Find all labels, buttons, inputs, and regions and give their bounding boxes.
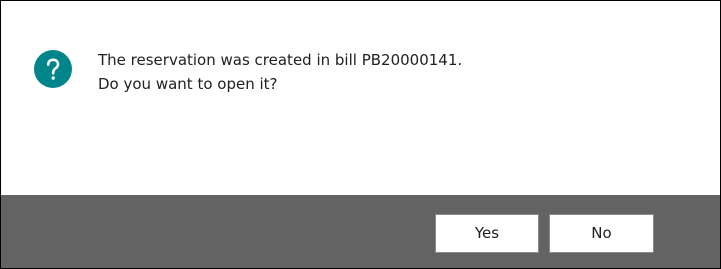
dialog-content: The reservation was created in bill PB20… bbox=[1, 1, 720, 195]
dialog-message: The reservation was created in bill PB20… bbox=[98, 48, 462, 96]
dialog-footer: Yes No bbox=[1, 195, 720, 268]
question-mark-glyph bbox=[46, 58, 60, 80]
yes-button[interactable]: Yes bbox=[435, 214, 539, 253]
question-icon bbox=[34, 50, 72, 88]
message-line-1: The reservation was created in bill PB20… bbox=[98, 51, 463, 69]
message-line-2: Do you want to open it? bbox=[98, 75, 278, 93]
no-button[interactable]: No bbox=[549, 214, 654, 253]
confirm-dialog: The reservation was created in bill PB20… bbox=[0, 0, 721, 269]
